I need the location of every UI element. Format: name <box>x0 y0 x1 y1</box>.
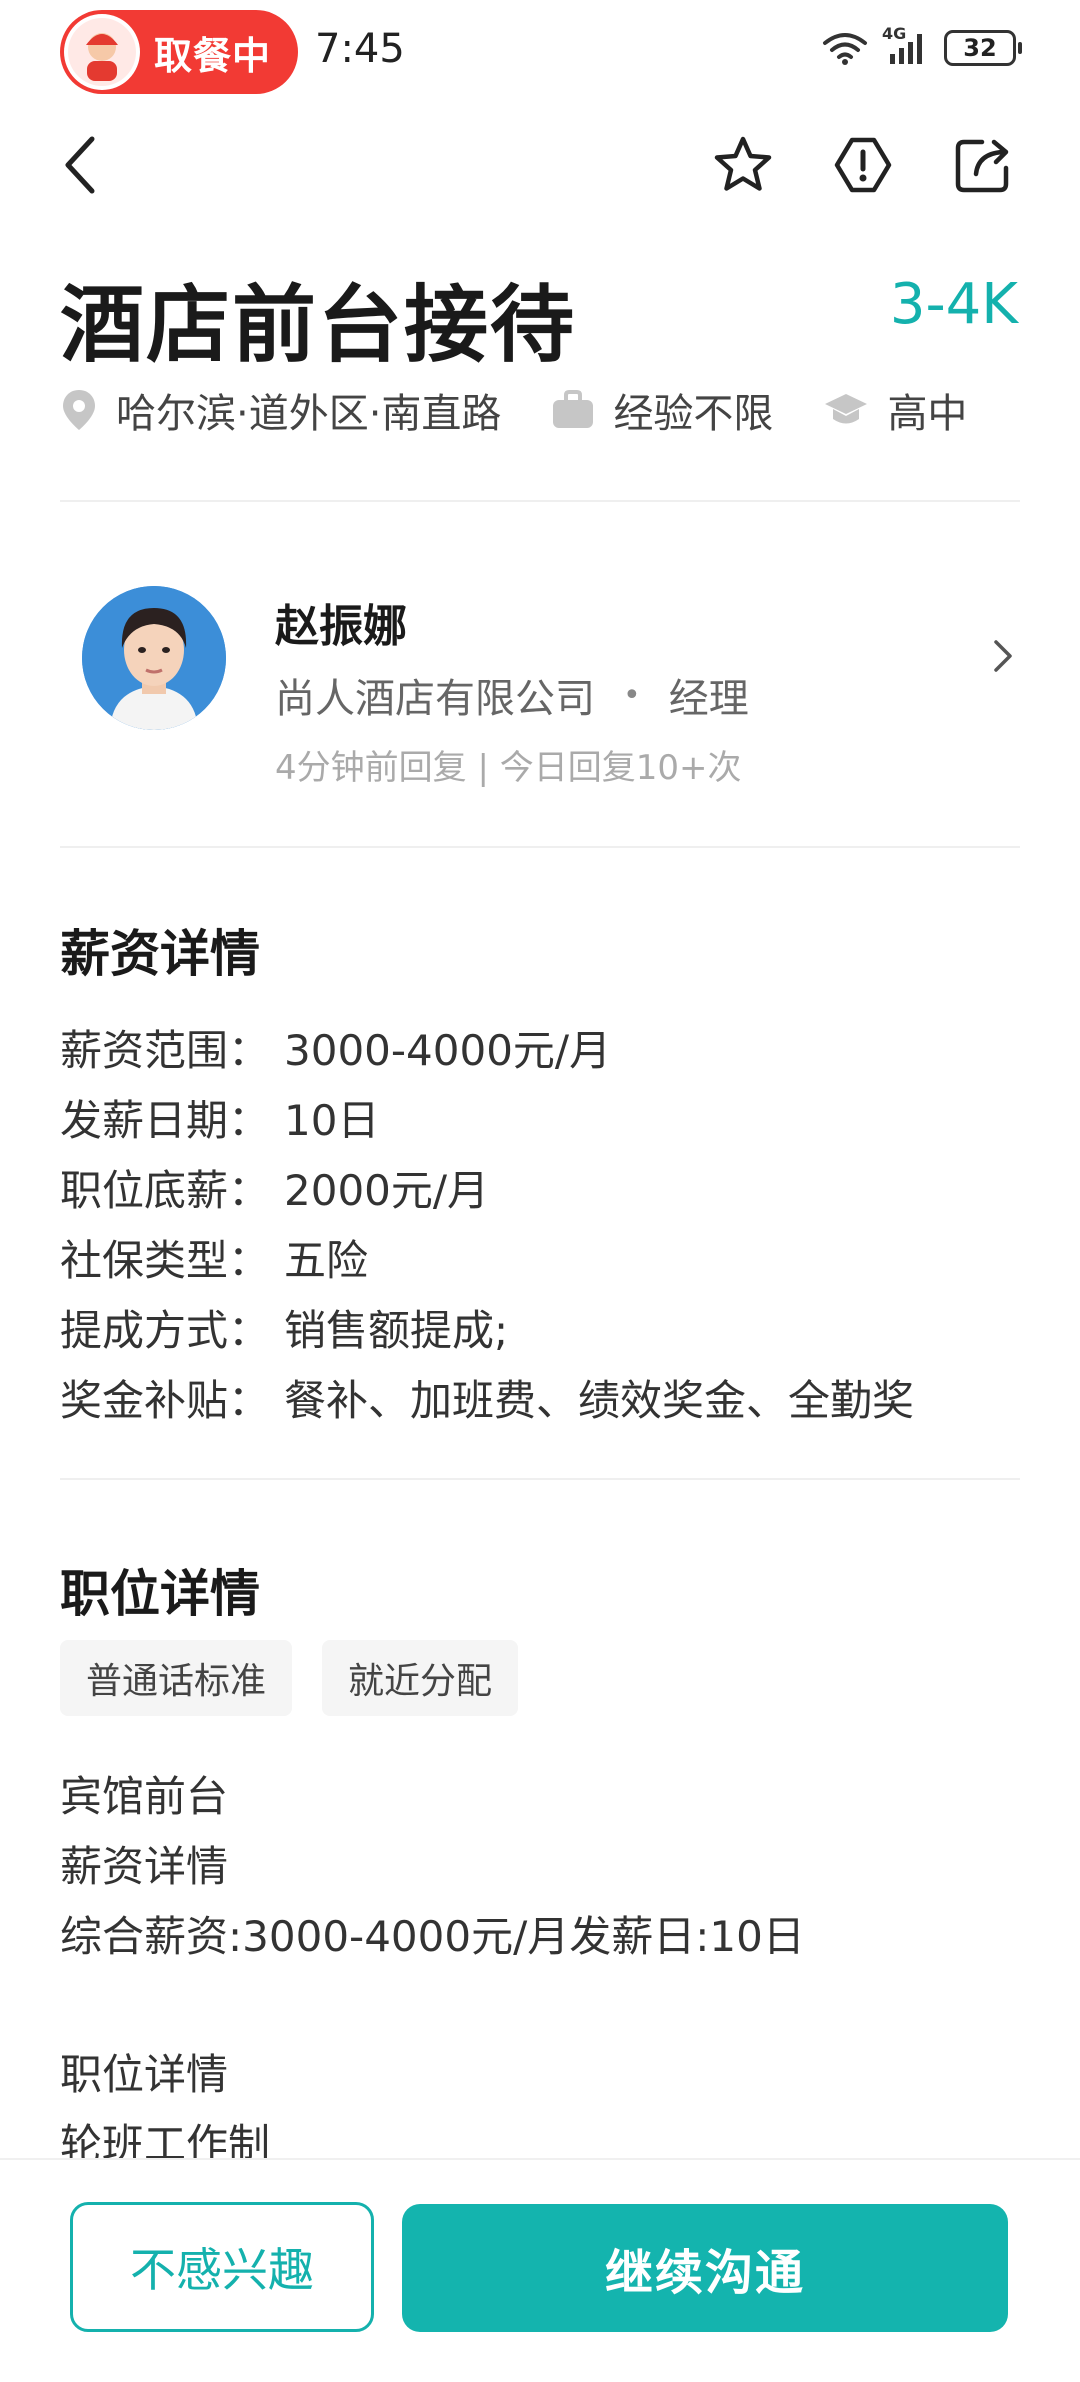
divider <box>60 846 1020 848</box>
chevron-right-icon[interactable] <box>988 636 1018 676</box>
back-icon[interactable] <box>62 130 122 200</box>
location-icon <box>60 388 98 432</box>
battery-icon: 32 <box>944 30 1022 66</box>
wifi-icon <box>823 33 867 65</box>
detail-key: 职位底薪： <box>60 1165 271 1215</box>
signal-icon: 4G <box>882 24 930 66</box>
not-interested-button[interactable]: 不感兴趣 <box>70 2202 374 2332</box>
detail-value: 3000-4000元/月 <box>284 1025 612 1075</box>
detail-key: 发薪日期： <box>60 1095 271 1145</box>
education-text: 高中 <box>887 391 968 437</box>
job-location: 哈尔滨·道外区·南直路 <box>60 381 501 439</box>
detail-key: 提成方式： <box>60 1305 271 1355</box>
detail-row: 发薪日期： 10日 <box>60 1082 914 1152</box>
continue-chat-button[interactable]: 继续沟通 <box>402 2204 1008 2332</box>
detail-value: 销售额提成; <box>284 1305 509 1355</box>
company-name: 尚人酒店有限公司 <box>275 676 595 722</box>
recruiter-name: 赵振娜 <box>275 601 407 652</box>
order-status-pill[interactable]: 取餐中 <box>60 10 298 94</box>
share-icon[interactable] <box>948 130 1018 200</box>
detail-value: 餐补、加班费、绩效奖金、全勤奖 <box>284 1375 915 1425</box>
detail-key: 社保类型： <box>60 1235 271 1285</box>
detail-value: 10日 <box>284 1095 380 1145</box>
job-tag: 就近分配 <box>322 1640 519 1716</box>
job-details-title: 职位详情 <box>60 1565 260 1623</box>
report-icon[interactable] <box>828 130 898 200</box>
divider <box>60 500 1020 502</box>
job-description: 宾馆前台 薪资详情 综合薪资:3000-4000元/月发薪日:10日 职位详情 … <box>60 1758 1020 2176</box>
recruiter-position: 经理 <box>668 676 749 722</box>
description-blank-line <box>60 1968 1020 2036</box>
description-line: 职位详情 <box>60 2049 229 2099</box>
salary-range: 3-4K <box>889 272 1018 337</box>
salary-details-title: 薪资详情 <box>60 925 260 983</box>
pill-label: 取餐中 <box>154 33 272 78</box>
salary-details-list: 薪资范围： 3000-4000元/月 发薪日期： 10日 职位底薪： 2000元… <box>60 1012 914 1432</box>
job-tag: 普通话标准 <box>60 1640 293 1716</box>
detail-row: 提成方式： 销售额提成; <box>60 1292 914 1362</box>
detail-row: 社保类型： 五险 <box>60 1222 914 1292</box>
detail-row: 薪资范围： 3000-4000元/月 <box>60 1012 914 1082</box>
top-nav <box>0 120 1080 210</box>
status-bar: 取餐中 7:45 4G 32 <box>0 0 1080 100</box>
description-line: 宾馆前台 <box>60 1771 229 1821</box>
job-meta: 哈尔滨·道外区·南直路 经验不限 高中 <box>60 380 967 440</box>
separator-dot: • <box>623 677 641 713</box>
bottom-action-bar: 不感兴趣 继续沟通 <box>0 2158 1080 2382</box>
star-icon[interactable] <box>708 130 778 200</box>
description-line: 综合薪资:3000-4000元/月发薪日:10日 <box>60 1911 805 1961</box>
briefcase-icon <box>551 390 595 430</box>
status-icons: 4G 32 <box>822 24 1022 66</box>
detail-row: 奖金补贴： 餐补、加班费、绩效奖金、全勤奖 <box>60 1362 914 1432</box>
divider <box>60 1478 1020 1480</box>
clock: 7:45 <box>315 26 405 72</box>
job-education: 高中 <box>823 381 967 439</box>
detail-value: 五险 <box>284 1235 369 1285</box>
location-text: 哈尔滨·道外区·南直路 <box>116 391 502 437</box>
detail-key: 薪资范围： <box>60 1025 271 1075</box>
job-title: 酒店前台接待 <box>60 276 577 374</box>
recruiter-avatar[interactable] <box>82 586 226 730</box>
recruiter-company-line: 尚人酒店有限公司 • 经理 <box>275 666 749 724</box>
job-tags: 普通话标准 就近分配 <box>60 1640 519 1716</box>
detail-key: 奖金补贴： <box>60 1375 271 1425</box>
experience-text: 经验不限 <box>613 391 774 437</box>
delivery-avatar-icon <box>64 14 140 90</box>
description-line: 薪资详情 <box>60 1841 229 1891</box>
job-experience: 经验不限 <box>551 381 773 439</box>
recruiter-activity: 4分钟前回复 | 今日回复10+次 <box>275 748 742 788</box>
detail-row: 职位底薪： 2000元/月 <box>60 1152 914 1222</box>
graduation-cap-icon <box>823 390 869 430</box>
detail-value: 2000元/月 <box>284 1165 490 1215</box>
